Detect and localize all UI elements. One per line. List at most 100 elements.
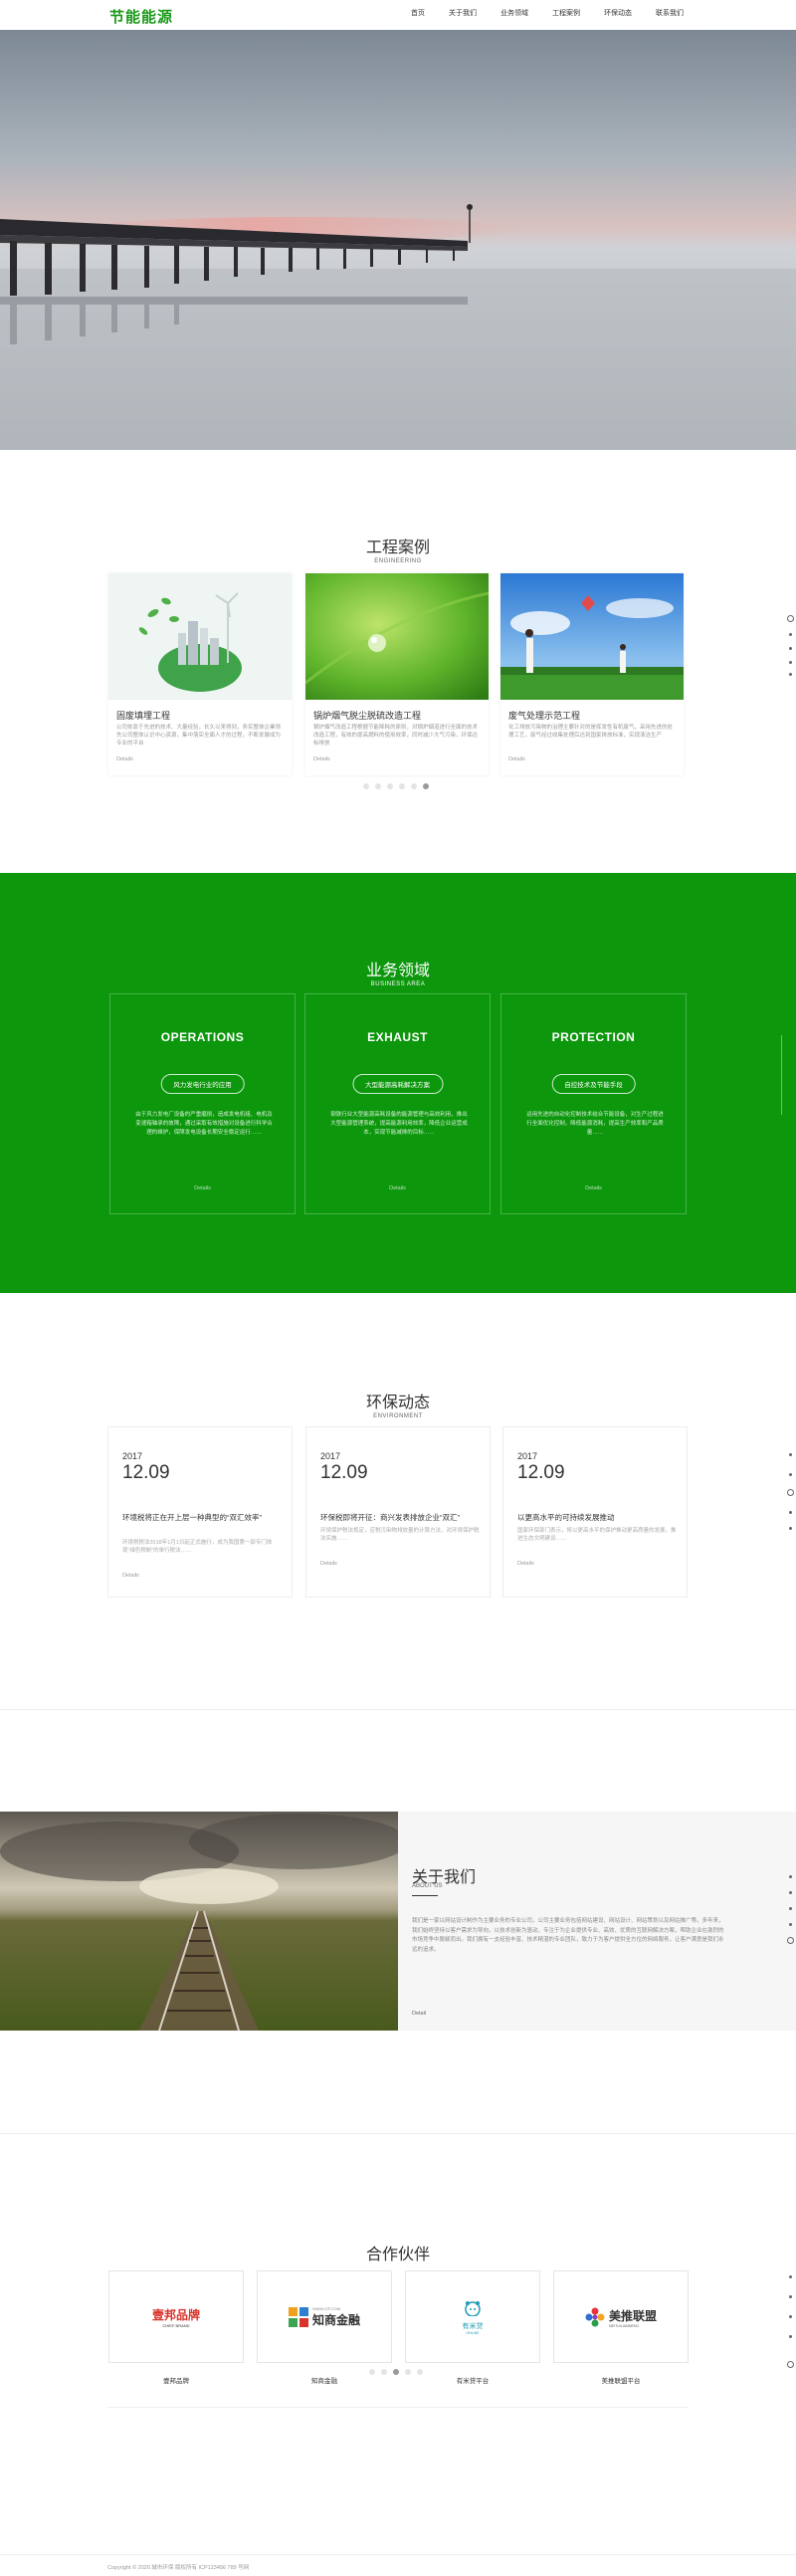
business-details-link[interactable]: Details: [501, 1185, 686, 1191]
side-nav-dot-active[interactable]: [787, 615, 794, 622]
business-card-desc: 运用先进的自动化控制技术结合节能设备，对生产过程进行全面优化控制，降低能源消耗，…: [526, 1112, 664, 1136]
business-card-pill[interactable]: 风力发电行业的应用: [160, 1074, 245, 1094]
business-card-desc: 钢铁行业大型能源高耗设备的能源管理与高效利用，推出大型能源管理系统，提高能源利用…: [330, 1112, 468, 1136]
site-logo[interactable]: 节能能源: [109, 6, 173, 27]
business-details-link[interactable]: Details: [305, 1185, 490, 1191]
side-nav-dot[interactable]: [789, 2315, 792, 2318]
news-details-link[interactable]: Details: [517, 1561, 534, 1567]
partner-logo-sub: MEITUILIANMENG: [608, 2323, 640, 2328]
about-underline: [412, 1895, 438, 1896]
business-card-heading: PROTECTION: [551, 1030, 636, 1044]
partner-card[interactable]: 美推联盟 MEITUILIANMENG: [553, 2270, 689, 2363]
pagination-dot[interactable]: [411, 783, 417, 789]
news-card[interactable]: 2017 12.09 环境税将正在开上层一种典型的“双汇效率” 环境税税法201…: [107, 1426, 293, 1598]
news-date: 12.09: [517, 1462, 565, 1483]
pagination-dot[interactable]: [369, 2369, 375, 2375]
news-year: 2017: [122, 1451, 143, 1461]
nav-cases[interactable]: 工程案例: [552, 9, 580, 19]
partner-name[interactable]: 壹邦品牌: [108, 2375, 244, 2385]
pagination-dot-active[interactable]: [393, 2369, 399, 2375]
partner-logo: WWW.IZF.COM 知商金融: [258, 2297, 391, 2337]
side-nav-dot[interactable]: [789, 661, 792, 664]
news-details-link[interactable]: Details: [122, 1573, 139, 1579]
side-nav-dot[interactable]: [789, 1527, 792, 1530]
case-card-landfill[interactable]: 固废填埋工程 公司依靠于先进的技术、大量经验，长久以来得到，务实整体企業领先公司…: [108, 573, 292, 775]
about-details-link[interactable]: Detail: [412, 2011, 426, 2017]
side-nav-dot[interactable]: [789, 2335, 792, 2338]
business-card-pill[interactable]: 自控技术及节能手段: [551, 1074, 636, 1094]
business-card-operations[interactable]: OPERATIONS 风力发电行业的应用 由于风力发电厂设备的严重磨损，造成发电…: [109, 993, 296, 1214]
partner-logo: 美推联盟 MEITUILIANMENG: [554, 2297, 688, 2337]
nav-home[interactable]: 首页: [411, 9, 425, 19]
hero-banner: [0, 30, 796, 450]
partner-logo: 有米贷 ONLINE: [406, 2297, 539, 2337]
railway-image: [0, 1812, 398, 2031]
side-nav-dot[interactable]: [789, 673, 792, 676]
about-desc: 我们是一家以网站设计制作为主要业务的专业公司，公司主要业务包括网站建设、网站设计…: [412, 1918, 724, 1953]
side-nav-dot[interactable]: [789, 1923, 792, 1926]
news-date: 12.09: [122, 1462, 170, 1483]
pagination-dot[interactable]: [363, 783, 369, 789]
section-divider: [0, 2133, 796, 2134]
nav-news[interactable]: 环保动态: [604, 9, 632, 19]
pagination-dot[interactable]: [381, 2369, 387, 2375]
news-year: 2017: [320, 1451, 341, 1461]
pagination-dot[interactable]: [405, 2369, 411, 2375]
about-subtitle: ABOUT US: [412, 1883, 443, 1889]
pagination-dot[interactable]: [375, 783, 381, 789]
partner-card[interactable]: 壹邦品牌 CHIEF BRAND: [108, 2270, 244, 2363]
side-nav-dot-active[interactable]: [787, 1489, 794, 1496]
business-card-exhaust[interactable]: EXHAUST 大型能源高耗解决方案 钢铁行业大型能源高耗设备的能源管理与高效利…: [304, 993, 491, 1214]
side-nav-dot-active[interactable]: [787, 2361, 794, 2368]
side-nav-dot[interactable]: [789, 1907, 792, 1910]
case-title: 固废填埋工程: [116, 711, 171, 721]
partner-logo-text: 美推联盟: [608, 2308, 657, 2323]
partners-heading: 合作伙伴: [0, 2241, 796, 2264]
news-title[interactable]: 环境税将正在开上层一种典型的“双汇效率”: [122, 1512, 282, 1523]
site-header: 节能能源 首页 关于我们 业务领域 工程案例 环保动态 联系我们: [0, 0, 796, 30]
pagination-dot[interactable]: [387, 783, 393, 789]
side-nav-dot[interactable]: [789, 633, 792, 636]
flower-icon: [585, 2307, 605, 2327]
partner-name[interactable]: 知商金融: [257, 2375, 392, 2385]
news-details-link[interactable]: Details: [320, 1561, 337, 1567]
nav-business[interactable]: 业务领域: [500, 9, 528, 19]
news-card[interactable]: 2017 12.09 以更高水平的可持续发展推动 国家环保部门表示，将以更高水平…: [502, 1426, 688, 1598]
case-pagination: [363, 783, 429, 789]
case-card-boiler[interactable]: 锅炉烟气脱尘脱硫改造工程 锅炉烟气改造工程根据节能降耗的原则，对锅炉烟道进行全面…: [304, 573, 490, 775]
news-card[interactable]: 2017 12.09 环保税即将开征：商兴发表排放企业“双汇” 环境保护税法规定…: [305, 1426, 491, 1598]
business-card-protection[interactable]: PROTECTION 自控技术及节能手段 运用先进的自动化控制技术结合节能设备，…: [500, 993, 687, 1214]
side-nav-dot[interactable]: [789, 1511, 792, 1514]
pinwheel-icon: [288, 2307, 308, 2327]
case-details-link[interactable]: Details: [508, 756, 525, 762]
case-card-exhaust[interactable]: 废气处理示范工程 化工排放污染物的治理主要针对的是挥发性有机废气，采用先进的处理…: [500, 573, 684, 775]
partner-card[interactable]: WWW.IZF.COM 知商金融: [257, 2270, 392, 2363]
partner-name[interactable]: 有米贷平台: [405, 2375, 540, 2385]
partner-card[interactable]: 有米贷 ONLINE: [405, 2270, 540, 2363]
partner-logo: 壹邦品牌 CHIEF BRAND: [109, 2297, 243, 2337]
eco-city-image: [108, 573, 292, 700]
business-card-pill[interactable]: 大型能源高耗解决方案: [352, 1074, 443, 1094]
pagination-dot-active[interactable]: [423, 783, 429, 789]
partner-name[interactable]: 美推联盟平台: [553, 2375, 689, 2385]
nav-about[interactable]: 关于我们: [449, 9, 477, 19]
case-desc: 锅炉烟气改造工程根据节能降耗的原则，对锅炉烟道进行全面的技术改造工程，有效的提高…: [313, 725, 479, 747]
side-nav-dot-active[interactable]: [787, 1937, 794, 1944]
nav-contact[interactable]: 联系我们: [656, 9, 684, 19]
pagination-dot[interactable]: [399, 783, 405, 789]
side-nav-dot[interactable]: [789, 1891, 792, 1894]
side-nav-dot[interactable]: [789, 647, 792, 650]
business-details-link[interactable]: Details: [110, 1185, 295, 1191]
side-nav-dot[interactable]: [789, 2295, 792, 2298]
pagination-dot[interactable]: [417, 2369, 423, 2375]
side-nav-dot[interactable]: [789, 1473, 792, 1476]
side-nav-dot[interactable]: [789, 2275, 792, 2278]
partner-pagination: [369, 2369, 423, 2375]
news-title[interactable]: 环保税即将开征：商兴发表排放企业“双汇”: [320, 1512, 480, 1523]
case-details-link[interactable]: Details: [116, 756, 133, 762]
side-nav-dot[interactable]: [789, 1875, 792, 1878]
side-nav-dot[interactable]: [789, 1453, 792, 1456]
case-details-link[interactable]: Details: [313, 756, 330, 762]
business-card-desc: 由于风力发电厂设备的严重磨损，造成发电机组、电机及变速箱轴承的故障，通过采取有效…: [135, 1112, 273, 1136]
news-title[interactable]: 以更高水平的可持续发展推动: [517, 1512, 677, 1523]
